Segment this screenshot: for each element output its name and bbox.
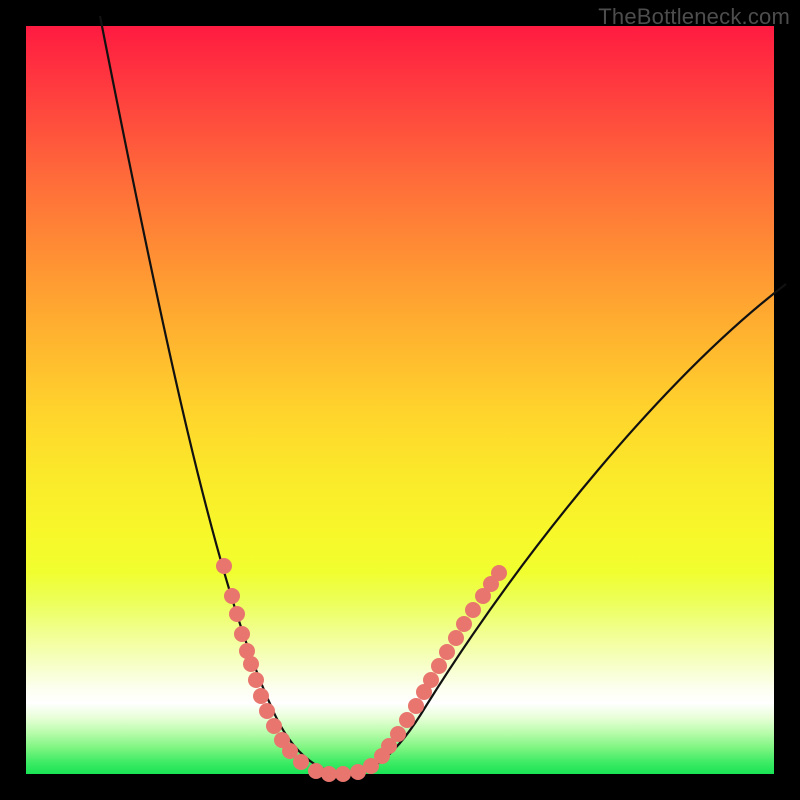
- sample-point: [335, 766, 351, 782]
- chart-svg: [26, 26, 774, 774]
- marker-group: [216, 558, 507, 782]
- sample-point: [234, 626, 250, 642]
- sample-point: [216, 558, 232, 574]
- sample-point: [293, 754, 309, 770]
- sample-point: [408, 698, 424, 714]
- sample-point: [229, 606, 245, 622]
- sample-point: [224, 588, 240, 604]
- sample-point: [253, 688, 269, 704]
- sample-point: [465, 602, 481, 618]
- sample-point: [321, 766, 337, 782]
- sample-point: [448, 630, 464, 646]
- sample-point: [456, 616, 472, 632]
- sample-point: [259, 703, 275, 719]
- sample-point: [248, 672, 264, 688]
- sample-point: [243, 656, 259, 672]
- sample-point: [423, 672, 439, 688]
- chart-plot-area: [26, 26, 774, 774]
- sample-point: [399, 712, 415, 728]
- sample-point: [266, 718, 282, 734]
- sample-point: [431, 658, 447, 674]
- sample-point: [390, 726, 406, 742]
- sample-point: [491, 565, 507, 581]
- sample-point: [439, 644, 455, 660]
